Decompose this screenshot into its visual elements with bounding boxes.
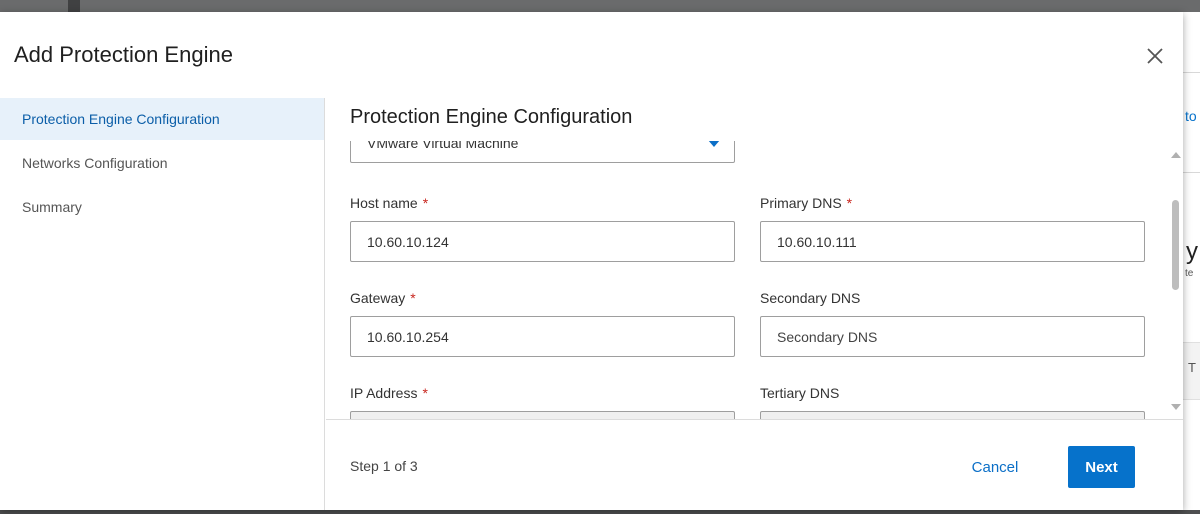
scrollbar-thumb[interactable] xyxy=(1172,200,1179,290)
gateway-input[interactable] xyxy=(350,316,735,357)
secondary-dns-label-text: Secondary DNS xyxy=(760,290,861,306)
background-app-header xyxy=(0,0,1200,12)
step-indicator: Step 1 of 3 xyxy=(350,458,418,474)
sidebar-item-summary[interactable]: Summary xyxy=(0,186,324,228)
scroll-up-arrow-icon[interactable] xyxy=(1171,152,1181,158)
cancel-button[interactable]: Cancel xyxy=(950,446,1040,488)
close-button[interactable] xyxy=(1142,43,1168,69)
sidebar-item-networks-configuration[interactable]: Networks Configuration xyxy=(0,142,324,184)
dialog-footer: Step 1 of 3 Cancel Next xyxy=(326,419,1183,510)
required-marker: * xyxy=(846,195,853,211)
dialog-title: Add Protection Engine xyxy=(14,42,233,67)
background-app-footer xyxy=(0,510,1200,514)
required-marker: * xyxy=(410,290,416,306)
wizard-steps-sidebar: Protection Engine Configuration Networks… xyxy=(0,98,325,510)
primary-dns-label-text: Primary DNS xyxy=(760,195,842,211)
host-name-label: Host name * xyxy=(350,195,428,211)
next-button[interactable]: Next xyxy=(1068,446,1135,488)
background-tab-text: T xyxy=(1188,360,1196,375)
background-divider xyxy=(1183,72,1200,73)
required-marker: * xyxy=(422,195,429,211)
add-protection-engine-dialog: Add Protection Engine Protection Engine … xyxy=(0,12,1183,510)
sidebar-item-protection-engine-configuration[interactable]: Protection Engine Configuration xyxy=(0,98,324,140)
background-app-divider xyxy=(68,0,80,12)
ip-address-input[interactable] xyxy=(350,411,735,419)
primary-dns-input[interactable] xyxy=(760,221,1145,262)
host-name-input[interactable] xyxy=(350,221,735,262)
background-link-text: to xyxy=(1185,108,1197,124)
scroll-down-arrow-icon[interactable] xyxy=(1171,404,1181,410)
host-name-label-text: Host name xyxy=(350,195,418,211)
background-app-panel: to y te T xyxy=(1183,12,1200,510)
background-divider xyxy=(1183,172,1200,173)
deployment-type-value: VMware Virtual Machine xyxy=(367,141,519,151)
section-title: Protection Engine Configuration xyxy=(350,106,633,128)
caret-down-icon xyxy=(708,141,720,147)
tertiary-dns-label-text: Tertiary DNS xyxy=(760,385,840,401)
background-small-text: te xyxy=(1185,268,1194,279)
required-marker: * xyxy=(422,385,428,401)
secondary-dns-label: Secondary DNS xyxy=(760,290,860,306)
tertiary-dns-input[interactable] xyxy=(760,411,1145,419)
gateway-label-text: Gateway xyxy=(350,290,406,306)
step-content: Protection Engine Configuration VMware V… xyxy=(326,98,1183,419)
primary-dns-label: Primary DNS * xyxy=(760,195,852,211)
close-icon xyxy=(1147,48,1163,64)
ip-address-label-text: IP Address xyxy=(350,385,418,401)
ip-address-label: IP Address * xyxy=(350,385,428,401)
background-heading-text: y xyxy=(1186,238,1198,265)
form-scroll-area[interactable]: VMware Virtual Machine Host name* Primar… xyxy=(326,141,1166,419)
deployment-type-select[interactable]: VMware Virtual Machine xyxy=(350,141,735,163)
form-scrollbar[interactable] xyxy=(1166,152,1183,420)
secondary-dns-input[interactable] xyxy=(760,316,1145,357)
gateway-label: Gateway * xyxy=(350,290,416,306)
tertiary-dns-label: Tertiary DNS xyxy=(760,385,839,401)
